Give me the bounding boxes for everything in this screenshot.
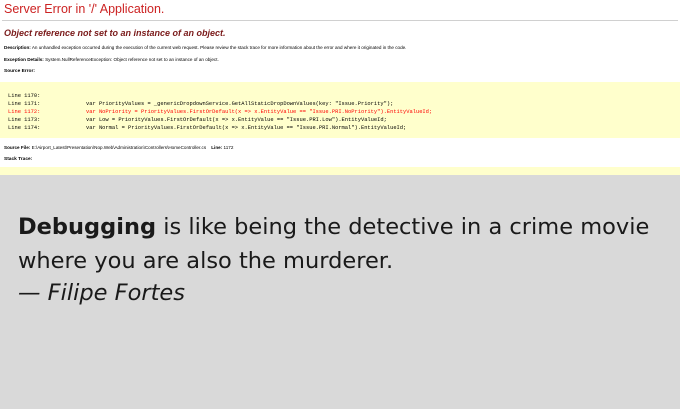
quote-panel: Debugging is like being the detective in… — [0, 175, 680, 409]
error-message: Object reference not set to an instance … — [4, 28, 226, 38]
code-text: var NoPriority = PriorityValues.FirstOrD… — [86, 109, 433, 115]
source-error-label: Source Error: — [4, 69, 35, 74]
code-line: Line 1170: — [8, 92, 86, 100]
description-text: An unhandled exception occurred during t… — [31, 45, 407, 50]
code-line: Line 1171: var PriorityValues = _genericD… — [8, 100, 393, 108]
source-file-line: Source File: E:\Airport_Latest\Presentat… — [4, 145, 233, 150]
code-text: var Normal = PriorityValues.FirstOrDefau… — [86, 125, 407, 131]
line-number: Line 1171: — [8, 101, 41, 107]
title-divider — [2, 20, 678, 21]
error-page: Server Error in '/' Application. Object … — [0, 0, 680, 175]
line-number: Line 1173: — [8, 117, 41, 123]
code-line: Line 1174: var Normal = PriorityValues.Fi… — [8, 124, 406, 132]
exception-details-label: Exception Details: — [4, 57, 44, 62]
stack-trace-label: Stack Trace: — [4, 157, 33, 162]
line-number: Line 1170: — [8, 93, 41, 99]
quote-lead-word: Debugging — [18, 214, 157, 240]
exception-details-line: Exception Details: System.NullReferenceE… — [4, 57, 219, 62]
line-number-value: 1172 — [223, 145, 234, 150]
page-title: Server Error in '/' Application. — [4, 2, 165, 16]
code-text: var PriorityValues = _genericDropdownSer… — [86, 101, 394, 107]
code-line-error: Line 1172: var NoPriority = PriorityValue… — [8, 108, 432, 116]
line-number: Line 1172: — [8, 109, 41, 115]
line-number: Line 1174: — [8, 125, 41, 131]
quote-author: — Filipe Fortes — [18, 280, 185, 306]
quote-text: Debugging is like being the detective in… — [18, 210, 658, 278]
source-file-path: E:\Airport_Latest\Presentation\Nop.Web\A… — [31, 145, 207, 150]
source-code-block: Line 1170: Line 1171: var PriorityValues … — [0, 82, 680, 138]
exception-details-text: System.NullReferenceException: Object re… — [45, 57, 219, 62]
source-file-label: Source File: — [4, 145, 31, 150]
stack-trace-block — [0, 167, 680, 175]
line-label: Line: — [211, 145, 223, 150]
code-line: Line 1173: var Low = PriorityValues.First… — [8, 116, 387, 124]
code-text: var Low = PriorityValues.FirstOrDefault(… — [86, 117, 387, 123]
description-line: Description: An unhandled exception occu… — [4, 45, 406, 50]
description-label: Description: — [4, 45, 31, 50]
